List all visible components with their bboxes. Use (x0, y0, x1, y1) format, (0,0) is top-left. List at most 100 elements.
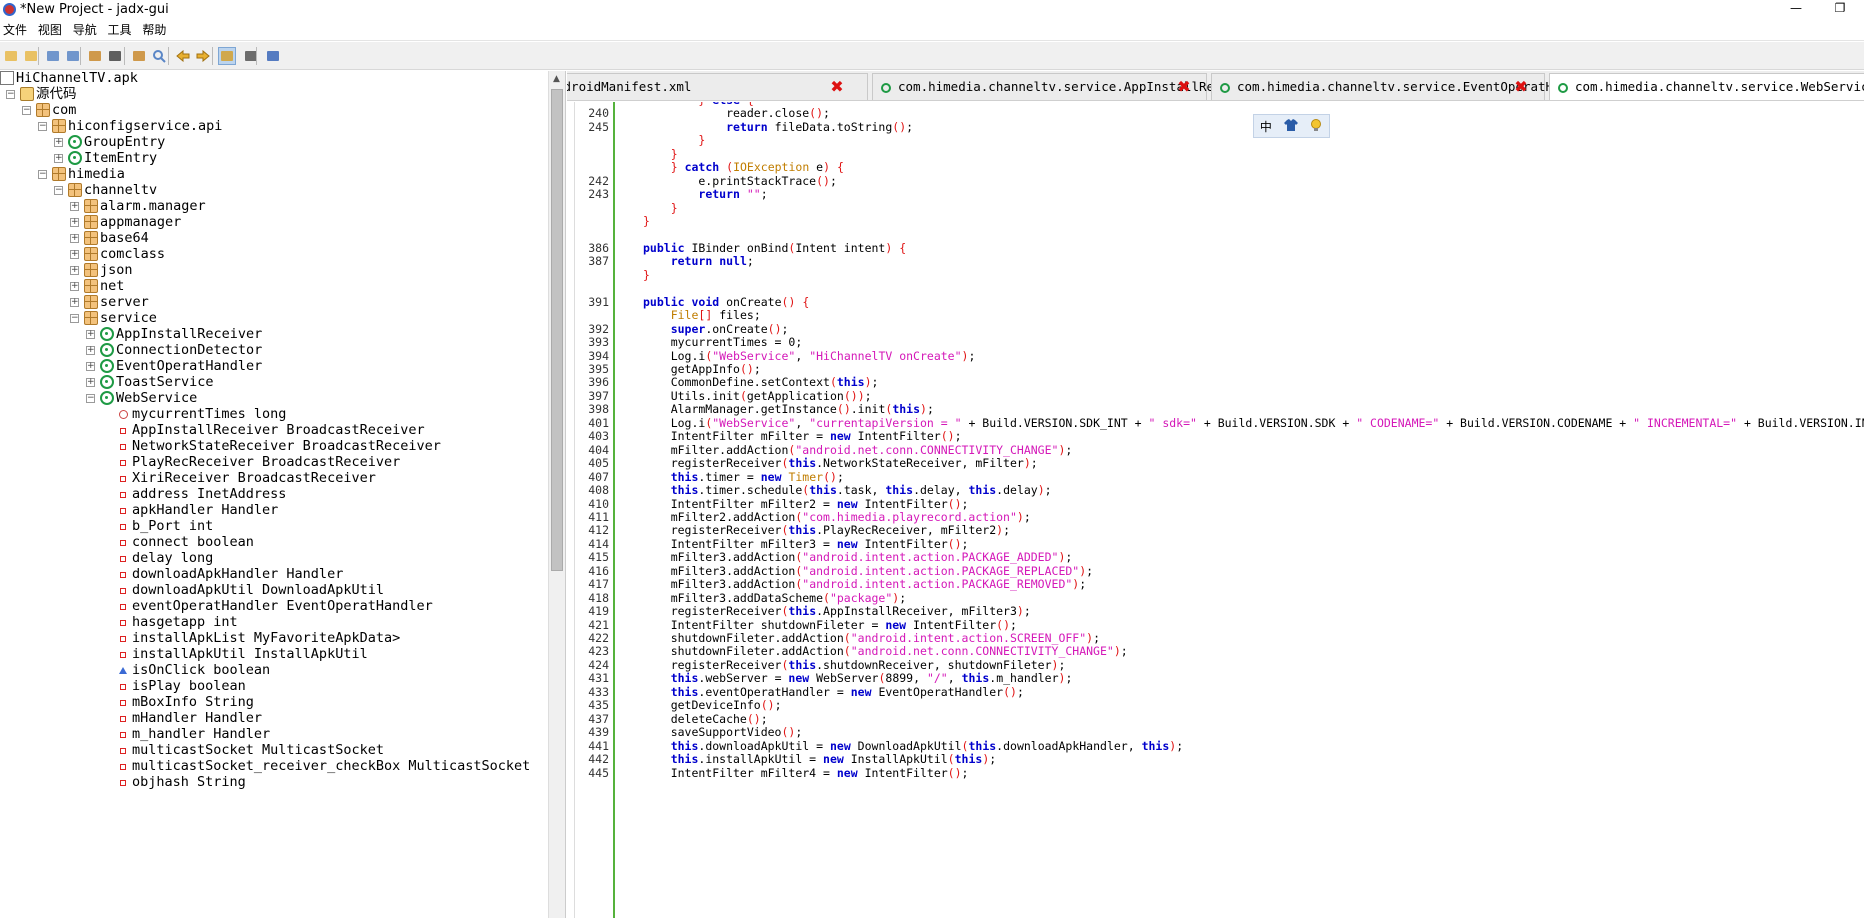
menu-view[interactable]: 视图 (35, 20, 66, 41)
field-icon (120, 588, 126, 594)
class-icon (68, 151, 82, 165)
package-icon (52, 119, 66, 133)
toolbar-separator (38, 47, 39, 65)
search-icon[interactable] (150, 47, 168, 65)
sync-icon[interactable] (86, 47, 104, 65)
expand-icon[interactable]: + (70, 234, 79, 243)
package-icon (68, 183, 82, 197)
tab-appinstallreceiver[interactable]: com.himedia.channeltv.service.AppInstall… (872, 73, 1259, 100)
line-number-gutter: 240 245 242 243 386 387 391 392 393 394 395 396 397 3… (575, 102, 615, 918)
toolbar-separator (168, 47, 169, 65)
copy-icon[interactable] (44, 47, 62, 65)
shirt-icon[interactable] (1283, 118, 1298, 134)
package-icon (84, 311, 98, 325)
close-icon[interactable]: ✖ (830, 79, 844, 95)
tab-label: ndroidManifest.xml (567, 79, 692, 94)
field-icon (120, 572, 126, 578)
code-line: IntentFilter mFilter4 = new IntentFilter… (643, 765, 969, 780)
gutter-separator (613, 102, 615, 918)
collapse-icon[interactable]: − (38, 170, 47, 179)
apk-file-icon (0, 71, 14, 85)
expand-icon[interactable]: + (86, 362, 95, 371)
collapse-icon[interactable]: − (22, 106, 31, 115)
package-icon (84, 199, 98, 213)
package-icon (84, 215, 98, 229)
close-icon[interactable]: ✖ (1514, 79, 1528, 95)
code-editor[interactable]: 240 245 242 243 386 387 391 392 393 394 395 396 397 3… (574, 102, 1864, 918)
toolbar-separator (256, 47, 257, 65)
expand-icon[interactable]: + (70, 202, 79, 211)
toolbar-separator (80, 47, 81, 65)
menu-file[interactable]: 文件 (0, 20, 31, 41)
field-icon (120, 780, 126, 786)
expand-icon[interactable]: + (86, 346, 95, 355)
expand-icon[interactable]: + (54, 154, 63, 163)
maximize-button[interactable]: ❐ (1820, 0, 1860, 18)
collapse-icon[interactable]: − (54, 186, 63, 195)
expand-icon[interactable]: + (86, 330, 95, 339)
log-icon[interactable] (242, 47, 260, 65)
field-icon (120, 636, 126, 642)
app-icon (3, 3, 16, 16)
package-icon (36, 103, 50, 117)
expand-icon[interactable]: + (54, 138, 63, 147)
bulb-icon[interactable] (1309, 118, 1323, 135)
code-line: } (643, 267, 650, 282)
tab-android-manifest[interactable]: ndroidManifest.xml ✖ (567, 73, 868, 100)
menu-help[interactable]: 帮助 (139, 20, 170, 41)
class-icon (1220, 82, 1230, 93)
class-icon (100, 343, 114, 357)
package-icon (84, 279, 98, 293)
deobfuscation-icon[interactable] (130, 47, 148, 65)
field-icon (120, 684, 126, 690)
expand-icon[interactable]: + (70, 282, 79, 291)
open-file-icon[interactable] (2, 47, 20, 65)
tab-eventoperathandler[interactable]: com.himedia.channeltv.service.EventOpera… (1211, 73, 1598, 100)
expand-icon[interactable]: + (70, 298, 79, 307)
expand-icon[interactable]: + (70, 266, 79, 275)
code-line: return null; (670, 254, 754, 269)
expand-icon[interactable]: + (70, 218, 79, 227)
class-icon (100, 391, 114, 405)
field-icon (120, 476, 126, 482)
field-icon (120, 492, 126, 498)
field-icon (120, 604, 126, 610)
field-icon (120, 716, 126, 722)
flatten-icon[interactable] (106, 47, 124, 65)
collapse-icon[interactable]: − (38, 122, 47, 131)
field-icon (120, 732, 126, 738)
menu-tools[interactable]: 工具 (105, 20, 136, 41)
tree-node[interactable]: objhash String (0, 773, 548, 792)
tab-label: com.himedia.channeltv.service.EventOpera… (1237, 79, 1599, 94)
preferences-icon[interactable] (264, 47, 282, 65)
field-icon (120, 508, 126, 514)
tab-label: com.himedia.channeltv.service.WebService (1575, 79, 1864, 94)
close-icon[interactable]: ✖ (1177, 79, 1191, 95)
forward-icon[interactable] (194, 47, 212, 65)
expand-icon[interactable]: + (70, 250, 79, 259)
class-icon (1558, 82, 1568, 93)
scroll-up-icon[interactable]: ▲ (553, 74, 560, 84)
back-icon[interactable] (174, 47, 192, 65)
field-icon (120, 556, 126, 562)
tab-label: com.himedia.channeltv.service.AppInstall… (898, 79, 1260, 94)
menu-navigate[interactable]: 导航 (70, 20, 101, 41)
menu-bar: 文件 视图 导航 工具 帮助 (0, 20, 1864, 41)
collapse-icon[interactable]: − (70, 314, 79, 323)
field-icon (120, 540, 126, 546)
ime-toolbar[interactable]: 中 (1253, 114, 1330, 138)
minimize-button[interactable]: — (1776, 0, 1816, 18)
field-icon (120, 652, 126, 658)
class-icon (881, 82, 891, 93)
tree-scrollbar[interactable]: ▲ (548, 71, 565, 918)
title-bar: *New Project - jadx-gui — ❐ (0, 0, 1864, 20)
package-icon (84, 247, 98, 261)
ime-language[interactable]: 中 (1260, 118, 1272, 135)
collapse-icon[interactable]: − (6, 90, 15, 99)
collapse-icon[interactable]: − (86, 394, 95, 403)
tree-scroll-thumb[interactable] (551, 89, 563, 571)
field-icon (120, 460, 126, 466)
tab-webservice[interactable]: com.himedia.channeltv.service.WebService (1549, 73, 1864, 100)
auto-open-icon[interactable] (218, 47, 236, 65)
expand-icon[interactable]: + (86, 378, 95, 387)
